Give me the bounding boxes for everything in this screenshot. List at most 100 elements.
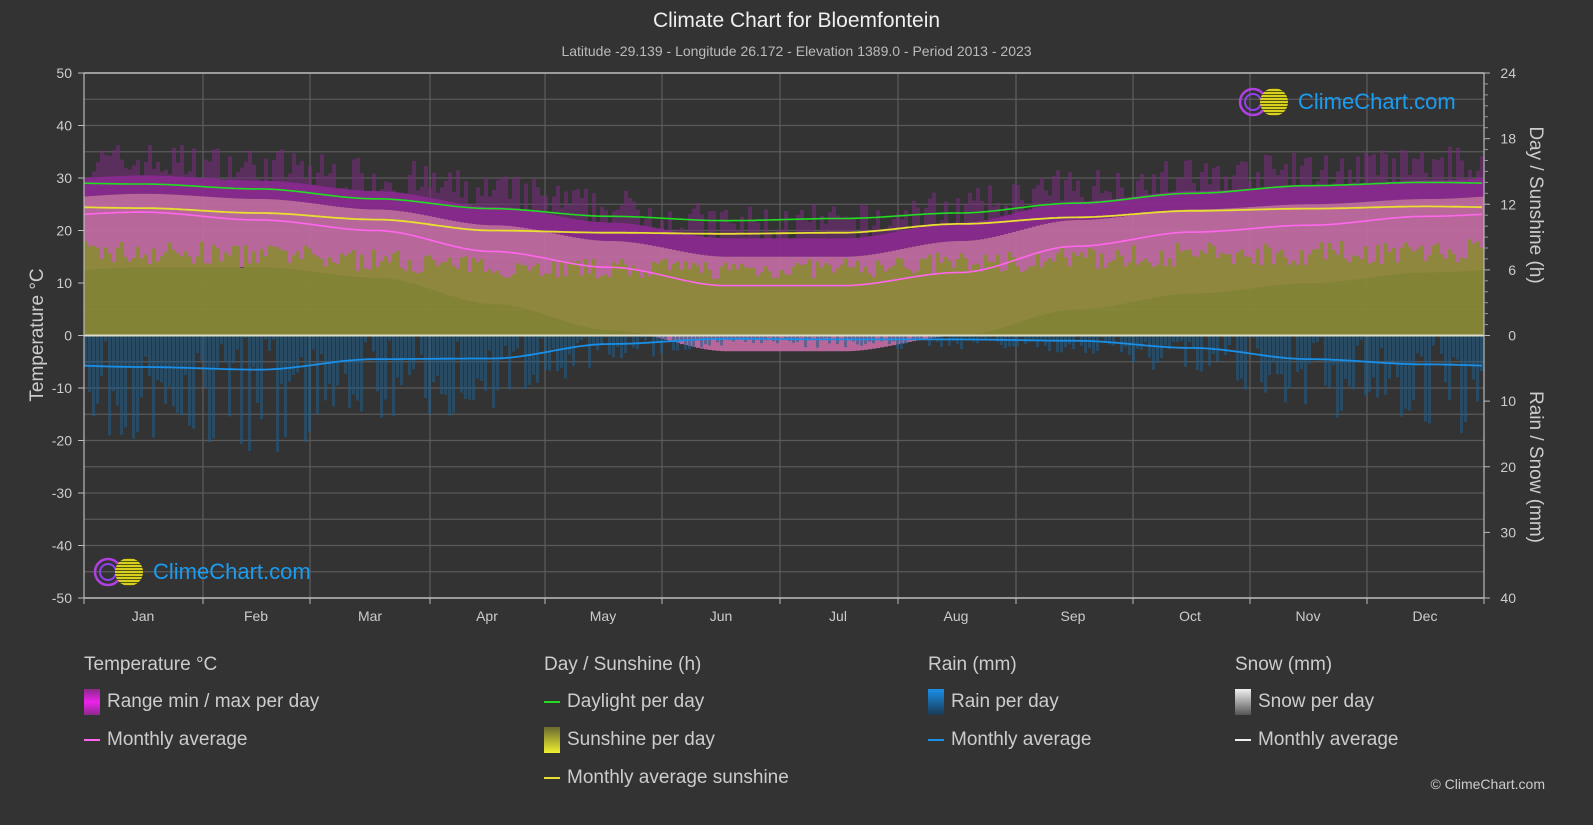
- sunshine-bar: [920, 258, 924, 336]
- rain-bar: [204, 335, 207, 389]
- sunshine-bar: [572, 262, 576, 336]
- sunshine-bar: [664, 258, 668, 336]
- temp-range-bar: [824, 238, 828, 257]
- temp-range-bar: [496, 206, 500, 226]
- x-tick-label: Feb: [244, 608, 268, 624]
- x-tick-label: Jul: [829, 608, 847, 624]
- temp-range-bar: [1316, 185, 1320, 205]
- temp-range-bar: [1040, 206, 1044, 225]
- sunshine-bar: [1204, 253, 1208, 336]
- temp-range-bar: [1272, 187, 1276, 206]
- legend-label: Monthly average: [951, 729, 1092, 750]
- temp-range-bar: [512, 208, 516, 227]
- sunshine-bar: [800, 265, 804, 336]
- temp-range-bar: [812, 238, 816, 257]
- sunshine-bar: [1452, 253, 1456, 336]
- sunshine-bar: [1124, 266, 1128, 336]
- temp-range-bar: [1456, 198, 1460, 272]
- temp-range-bar: [332, 187, 336, 207]
- sunshine-bar: [392, 253, 396, 336]
- rain-bar: [1376, 335, 1379, 398]
- sunshine-bar: [516, 263, 520, 336]
- temp-range-bar: [792, 238, 796, 257]
- temp-range-bar: [1236, 189, 1240, 208]
- rain-bar: [1416, 335, 1419, 354]
- rain-bar: [1288, 335, 1291, 389]
- temp-range-bar: [324, 205, 328, 274]
- sunshine-bar: [204, 263, 208, 336]
- rain-bar: [460, 335, 463, 393]
- temp-range-bar: [1128, 197, 1132, 216]
- rain-bar: [1356, 335, 1359, 346]
- sunshine-bar: [1316, 248, 1320, 336]
- sunshine-bar: [768, 271, 772, 336]
- sunshine-bar: [252, 251, 256, 336]
- temp-range-bar: [860, 237, 864, 256]
- temp-range-bar: [156, 193, 160, 268]
- sunshine-bar: [868, 273, 872, 336]
- sunshine-bar: [1212, 246, 1216, 336]
- temp-range-bar: [804, 238, 808, 257]
- sunshine-bar: [484, 271, 488, 336]
- rain-bar: [472, 335, 475, 400]
- temp-range-bar: [1212, 190, 1216, 210]
- sunshine-bar: [408, 260, 412, 336]
- sunshine-bar: [1272, 264, 1276, 336]
- sunshine-bar: [820, 267, 824, 336]
- sunshine-bar: [872, 277, 876, 336]
- temp-range-bar: [1412, 180, 1416, 200]
- sunshine-bar: [596, 278, 600, 336]
- rain-bar: [676, 335, 679, 351]
- sunshine-bar: [556, 277, 560, 336]
- temp-range-bar: [1216, 190, 1220, 209]
- rain-bar: [168, 335, 171, 387]
- temp-range-bar: [1260, 187, 1264, 207]
- rain-bar: [1368, 335, 1371, 392]
- rain-bar: [1336, 335, 1339, 418]
- rain-bar: [1420, 335, 1423, 357]
- rain-bar: [1452, 335, 1455, 358]
- temp-range-bar: [972, 221, 976, 241]
- temp-range-bar: [1280, 186, 1284, 206]
- rain-bar: [524, 335, 527, 390]
- sunshine-bar: [1276, 252, 1280, 336]
- line-swatch-icon: [928, 739, 944, 741]
- sunshine-bar: [212, 245, 216, 336]
- sunshine-bar: [828, 264, 832, 336]
- sunshine-bar: [1344, 258, 1348, 336]
- temp-range-bar: [208, 196, 212, 268]
- temp-range-bar: [904, 229, 908, 249]
- y-tick-label: -40: [52, 538, 72, 554]
- legend-label: Sunshine per day: [567, 729, 715, 750]
- sunshine-bar: [340, 253, 344, 336]
- temp-range-bar: [1348, 184, 1352, 203]
- legend-snow: Snow (mm) Snow per day Monthly average: [1235, 654, 1398, 766]
- temp-range-bar: [580, 220, 584, 239]
- sunshine-bar: [1100, 253, 1104, 336]
- rain-bar: [468, 335, 471, 400]
- sunshine-bar: [208, 263, 212, 336]
- sunshine-bar: [124, 256, 128, 336]
- rain-bar: [276, 335, 279, 452]
- sunshine-bar: [1244, 256, 1248, 336]
- temp-range-bar: [1044, 205, 1048, 224]
- rain-bar: [1440, 335, 1443, 354]
- temp-range-bar: [888, 233, 892, 252]
- temp-range-bar: [832, 238, 836, 257]
- temp-range-bar: [960, 222, 964, 241]
- sunshine-bar: [308, 248, 312, 336]
- sunshine-bar: [1404, 242, 1408, 336]
- sunshine-bar: [304, 245, 308, 336]
- sunshine-bar: [856, 260, 860, 336]
- sunshine-bar: [488, 269, 492, 336]
- sunshine-bar: [1024, 270, 1028, 336]
- range-swatch-icon: [84, 689, 100, 715]
- temp-range-bar: [796, 238, 800, 257]
- rain-bar: [616, 335, 619, 348]
- rain-bar: [1112, 335, 1115, 346]
- temp-range-bar: [1432, 180, 1436, 199]
- sunshine-bar: [1092, 249, 1096, 336]
- temp-range-bar: [192, 195, 196, 268]
- temp-range-bar: [1476, 178, 1480, 197]
- sunshine-bar: [444, 261, 448, 336]
